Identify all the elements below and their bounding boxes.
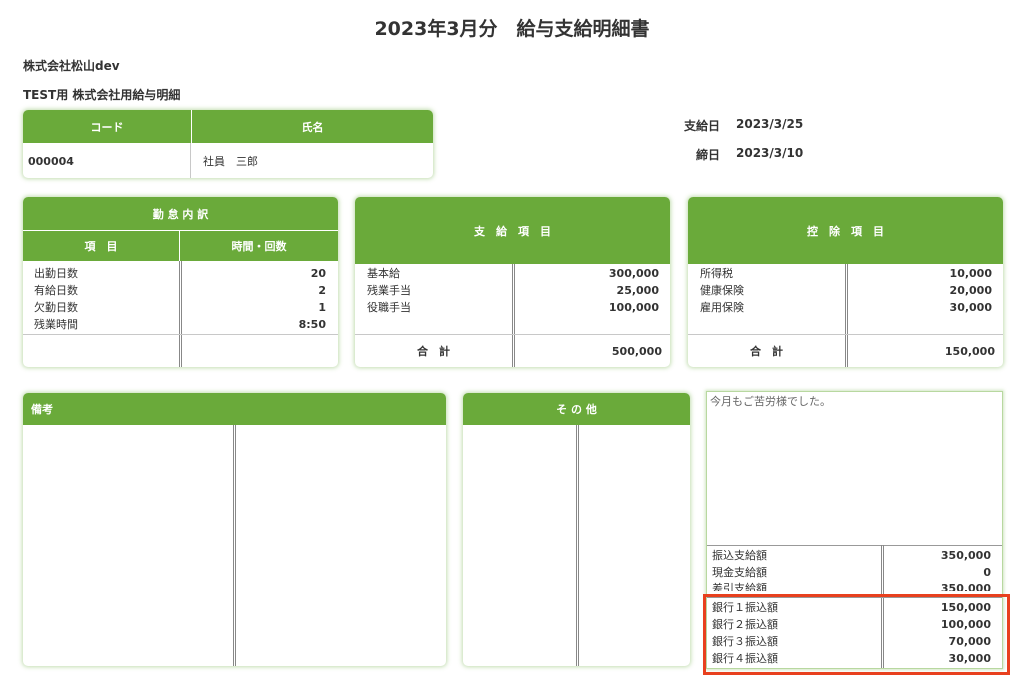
summary-value: 0 bbox=[983, 566, 991, 579]
message-text: 今月もご苦労様でした。 bbox=[710, 395, 831, 408]
payments-header: 支 給 項 目 bbox=[355, 197, 670, 264]
summary-label: 差引支給額 bbox=[712, 582, 767, 591]
deduction-label: 所得税 bbox=[700, 267, 733, 280]
close-date: 2023/3/10 bbox=[736, 146, 804, 160]
payments-card: 支 給 項 目 基本給 300,000 残業手当 25,000 役職手当 100… bbox=[355, 197, 670, 367]
payment-label: 役職手当 bbox=[367, 301, 411, 314]
pay-date-label: 支給日 bbox=[683, 119, 720, 133]
payslip-subtitle: TEST用 株式会社用給与明細 bbox=[23, 88, 181, 102]
summary-value: 350,000 bbox=[940, 549, 991, 562]
name-header: 氏名 bbox=[192, 110, 433, 143]
attendance-card: 勤 怠 内 訳 項 目 時間・回数 出勤日数 20 有給日数 2 欠勤日数 1 … bbox=[23, 197, 338, 367]
attendance-header: 勤 怠 内 訳 bbox=[23, 197, 338, 230]
deductions-card: 控 除 項 目 所得税 10,000 健康保険 20,000 雇用保険 30,0… bbox=[688, 197, 1003, 367]
attendance-value: 8:50 bbox=[298, 318, 326, 331]
attendance-col-value: 時間・回数 bbox=[180, 231, 338, 261]
pay-date: 2023/3/25 bbox=[736, 117, 804, 131]
code-header: コード bbox=[23, 110, 191, 143]
employee-code: 000004 bbox=[28, 155, 74, 168]
attendance-label: 出勤日数 bbox=[34, 267, 78, 280]
deductions-header: 控 除 項 目 bbox=[688, 197, 1003, 264]
bank-transfer-highlight bbox=[703, 594, 1010, 675]
payment-value: 25,000 bbox=[616, 284, 659, 297]
payment-value: 300,000 bbox=[608, 267, 659, 280]
attendance-label: 残業時間 bbox=[34, 318, 78, 331]
other-card: そ の 他 bbox=[463, 393, 690, 666]
deduction-value: 10,000 bbox=[949, 267, 992, 280]
attendance-value: 20 bbox=[310, 267, 326, 280]
deduction-value: 20,000 bbox=[949, 284, 992, 297]
deduction-label: 健康保険 bbox=[700, 284, 744, 297]
payments-total: 500,000 bbox=[611, 345, 662, 358]
payments-total-label: 合 計 bbox=[417, 345, 450, 358]
deduction-label: 雇用保険 bbox=[700, 301, 744, 314]
attendance-label: 欠勤日数 bbox=[34, 301, 78, 314]
payment-label: 基本給 bbox=[367, 267, 400, 280]
payment-label: 残業手当 bbox=[367, 284, 411, 297]
summary-label: 振込支給額 bbox=[712, 549, 767, 562]
employee-card: コード 氏名 000004 社員 三郎 bbox=[23, 110, 433, 178]
remarks-card: 備考 bbox=[23, 393, 446, 666]
deduction-value: 30,000 bbox=[949, 301, 992, 314]
attendance-value: 2 bbox=[318, 284, 326, 297]
summary-label: 現金支給額 bbox=[712, 566, 767, 579]
other-header: そ の 他 bbox=[463, 393, 690, 425]
summary-value: 350,000 bbox=[940, 582, 991, 591]
page-title: 2023年3月分 給与支給明細書 bbox=[374, 18, 650, 40]
attendance-value: 1 bbox=[318, 301, 326, 314]
deductions-total: 150,000 bbox=[944, 345, 995, 358]
employee-name: 社員 三郎 bbox=[203, 155, 258, 168]
company-name: 株式会社松山dev bbox=[23, 59, 120, 73]
remarks-header: 備考 bbox=[23, 393, 446, 425]
payment-value: 100,000 bbox=[608, 301, 659, 314]
close-date-label: 締日 bbox=[695, 148, 720, 162]
attendance-label: 有給日数 bbox=[34, 284, 78, 297]
deductions-total-label: 合 計 bbox=[750, 345, 783, 358]
attendance-col-item: 項 目 bbox=[23, 231, 179, 261]
